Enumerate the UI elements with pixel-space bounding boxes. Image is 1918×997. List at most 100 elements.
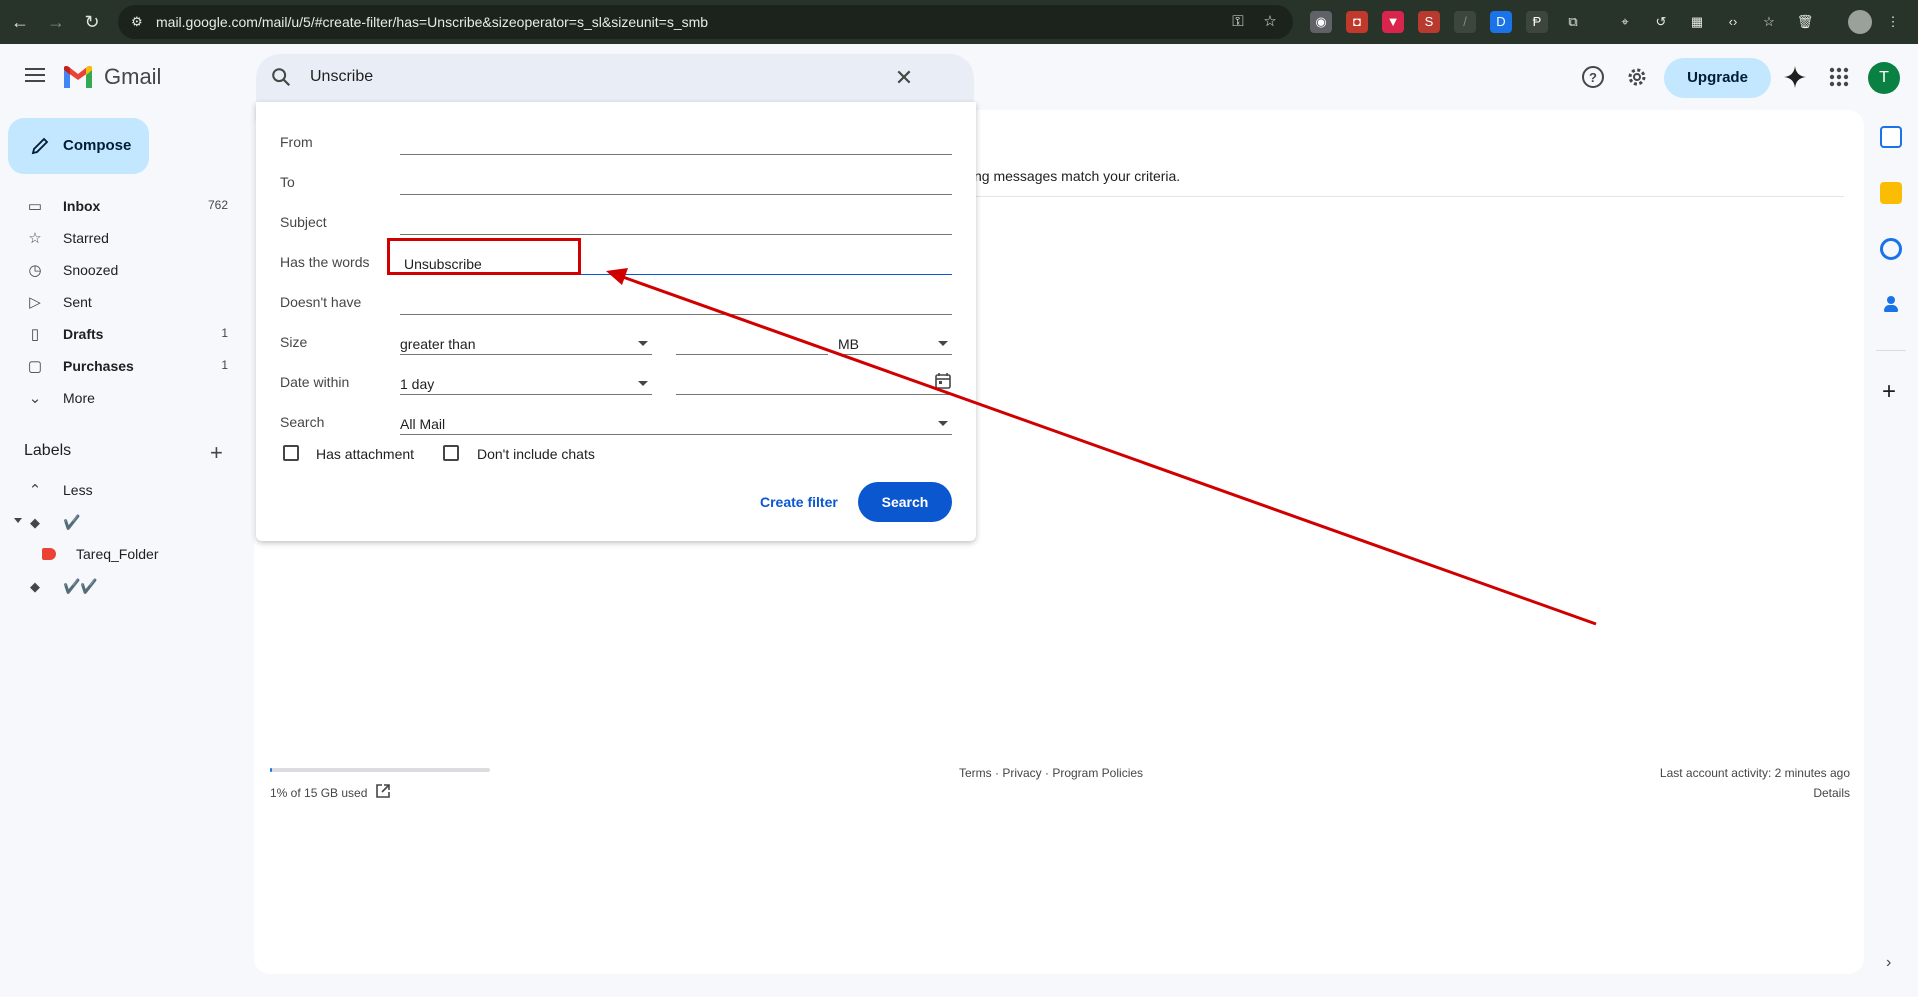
from-field[interactable]: From bbox=[280, 126, 952, 162]
doesnt-have-field[interactable]: Doesn't have bbox=[280, 286, 952, 322]
search-scope-field: Search All Mail bbox=[280, 406, 952, 442]
add-label-icon[interactable]: + bbox=[210, 440, 223, 466]
apps-grid-icon[interactable] bbox=[1826, 64, 1852, 90]
doesnt-have-label: Doesn't have bbox=[280, 294, 362, 310]
sidebar-label-double-check[interactable]: ◆ ✔️✔️ bbox=[0, 570, 240, 602]
calendar-icon[interactable] bbox=[1880, 126, 1902, 148]
upgrade-button[interactable]: Upgrade bbox=[1664, 58, 1771, 98]
dont-include-chats-checkbox[interactable] bbox=[443, 445, 459, 461]
send-icon: ▷ bbox=[29, 294, 41, 311]
sidebar-item-label: Drafts bbox=[63, 326, 104, 342]
tasks-icon[interactable] bbox=[1880, 238, 1902, 260]
key-icon[interactable]: ⚿ bbox=[1228, 12, 1248, 32]
sidebar-item-label: ✔️ bbox=[63, 514, 81, 530]
size-value-input[interactable] bbox=[676, 326, 828, 362]
size-unit-value: MB bbox=[838, 336, 859, 352]
extension-icon[interactable]: ◘ bbox=[1346, 11, 1368, 33]
size-operator-select[interactable]: greater than bbox=[400, 326, 652, 362]
divider bbox=[974, 196, 1844, 197]
settings-gear-icon[interactable] bbox=[1624, 64, 1650, 90]
details-link[interactable]: Details bbox=[1813, 786, 1850, 800]
code-icon[interactable]: ‹› bbox=[1722, 11, 1744, 33]
main-menu-icon[interactable] bbox=[18, 64, 52, 92]
to-input[interactable] bbox=[400, 194, 952, 195]
dont-include-chats-label[interactable]: Don't include chats bbox=[477, 446, 595, 462]
gemini-sparkle-icon[interactable] bbox=[1782, 64, 1808, 90]
puzzle-icon[interactable]: ⧉ bbox=[1562, 11, 1584, 33]
sidebar-item-drafts[interactable]: ▯ Drafts 1 bbox=[0, 318, 240, 350]
doesnt-have-input[interactable] bbox=[400, 314, 952, 315]
search-button[interactable]: Search bbox=[858, 482, 952, 522]
purchases-icon: ▢ bbox=[27, 358, 43, 375]
add-addon-icon[interactable]: + bbox=[1882, 378, 1896, 406]
back-icon[interactable]: ← bbox=[6, 8, 34, 36]
contacts-icon[interactable] bbox=[1880, 294, 1902, 316]
pocket-extension-icon[interactable]: ▼ bbox=[1382, 11, 1404, 33]
expand-caret-icon[interactable] bbox=[14, 518, 22, 523]
location-icon[interactable]: ⌖ bbox=[1614, 11, 1636, 33]
sidebar-item-label: Inbox bbox=[63, 198, 101, 214]
search-input[interactable]: Unscribe bbox=[310, 68, 373, 86]
reload-icon[interactable]: ↻ bbox=[78, 8, 106, 36]
create-filter-button[interactable]: Create filter bbox=[760, 494, 838, 510]
clear-search-icon[interactable]: ✕ bbox=[890, 64, 918, 92]
dropdown-caret-icon bbox=[938, 341, 948, 346]
has-attachment-checkbox[interactable] bbox=[283, 445, 299, 461]
subject-input[interactable] bbox=[400, 234, 952, 235]
gmail-wordmark[interactable]: Gmail bbox=[104, 64, 161, 90]
account-avatar[interactable]: T bbox=[1868, 62, 1900, 94]
has-attachment-label[interactable]: Has attachment bbox=[316, 446, 414, 462]
address-bar[interactable]: ⚙ mail.google.com/mail/u/5/#create-filte… bbox=[118, 5, 1293, 39]
sidebar-item-less[interactable]: ⌃ Less bbox=[0, 474, 240, 506]
search-scope-label: Search bbox=[280, 414, 325, 430]
date-within-select[interactable]: 1 day bbox=[400, 366, 652, 402]
search-icon[interactable] bbox=[270, 66, 292, 88]
labels-heading: Labels bbox=[24, 442, 72, 459]
subject-field[interactable]: Subject bbox=[280, 206, 952, 242]
help-icon[interactable]: ? bbox=[1580, 64, 1606, 90]
sidebar-item-starred[interactable]: ☆ Starred bbox=[0, 222, 240, 254]
unread-count: 1 bbox=[221, 326, 228, 340]
chevron-right-icon[interactable]: › bbox=[1886, 954, 1891, 972]
sidebar-item-sent[interactable]: ▷ Sent bbox=[0, 286, 240, 318]
sidebar-item-snoozed[interactable]: ◷ Snoozed bbox=[0, 254, 240, 286]
size-unit-select[interactable]: MB bbox=[838, 326, 952, 362]
sidebar-label-tareq-folder[interactable]: Tareq_Folder bbox=[0, 538, 240, 570]
extension-icon[interactable]: Ᵽ bbox=[1526, 11, 1548, 33]
sidebar-label-check[interactable]: ◆ ✔️ bbox=[0, 506, 240, 538]
history-icon[interactable]: ↺ bbox=[1650, 11, 1672, 33]
site-info-icon[interactable]: ⚙ bbox=[131, 14, 147, 30]
camera-extension-icon[interactable]: ◉ bbox=[1310, 11, 1332, 33]
has-words-field[interactable]: Has the words Unsubscribe bbox=[280, 246, 952, 282]
footer-links[interactable]: Terms · Privacy · Program Policies bbox=[959, 766, 1143, 780]
mail-search-bar[interactable]: Unscribe ✕ bbox=[256, 54, 974, 102]
subject-label: Subject bbox=[280, 214, 327, 230]
extension-icon[interactable]: / bbox=[1454, 11, 1476, 33]
calendar-picker-icon[interactable] bbox=[934, 372, 952, 390]
bookmark-star-icon[interactable]: ☆ bbox=[1260, 12, 1280, 32]
date-input[interactable] bbox=[676, 366, 952, 402]
extension-icon[interactable]: D bbox=[1490, 11, 1512, 33]
trash-icon[interactable]: 🗑 bbox=[1794, 11, 1816, 33]
to-label: To bbox=[280, 174, 295, 190]
sidebar-item-purchases[interactable]: ▢ Purchases 1 bbox=[0, 350, 240, 382]
kebab-menu-icon[interactable]: ⋮ bbox=[1882, 11, 1904, 33]
sidebar-item-inbox[interactable]: ▭ Inbox 762 bbox=[0, 190, 240, 222]
open-external-icon[interactable] bbox=[374, 782, 392, 800]
label-tag-icon: ◆ bbox=[30, 515, 40, 530]
to-field[interactable]: To bbox=[280, 166, 952, 202]
size-label: Size bbox=[280, 334, 308, 350]
extension-icon[interactable]: S bbox=[1418, 11, 1440, 33]
clock-icon: ◷ bbox=[28, 262, 42, 279]
chevron-down-icon: ⌄ bbox=[28, 390, 42, 407]
compose-button[interactable]: Compose bbox=[8, 118, 149, 174]
from-input[interactable] bbox=[400, 154, 952, 155]
sidebar-item-label: Sent bbox=[63, 294, 92, 310]
favorites-icon[interactable]: ☆ bbox=[1758, 11, 1780, 33]
sidebar-item-more[interactable]: ⌄ More bbox=[0, 382, 240, 414]
table-icon[interactable]: ▦ bbox=[1686, 11, 1708, 33]
browser-profile-avatar[interactable] bbox=[1848, 10, 1872, 34]
search-scope-select[interactable]: All Mail bbox=[400, 406, 952, 442]
keep-icon[interactable] bbox=[1880, 182, 1902, 204]
forward-icon[interactable]: → bbox=[42, 8, 70, 36]
